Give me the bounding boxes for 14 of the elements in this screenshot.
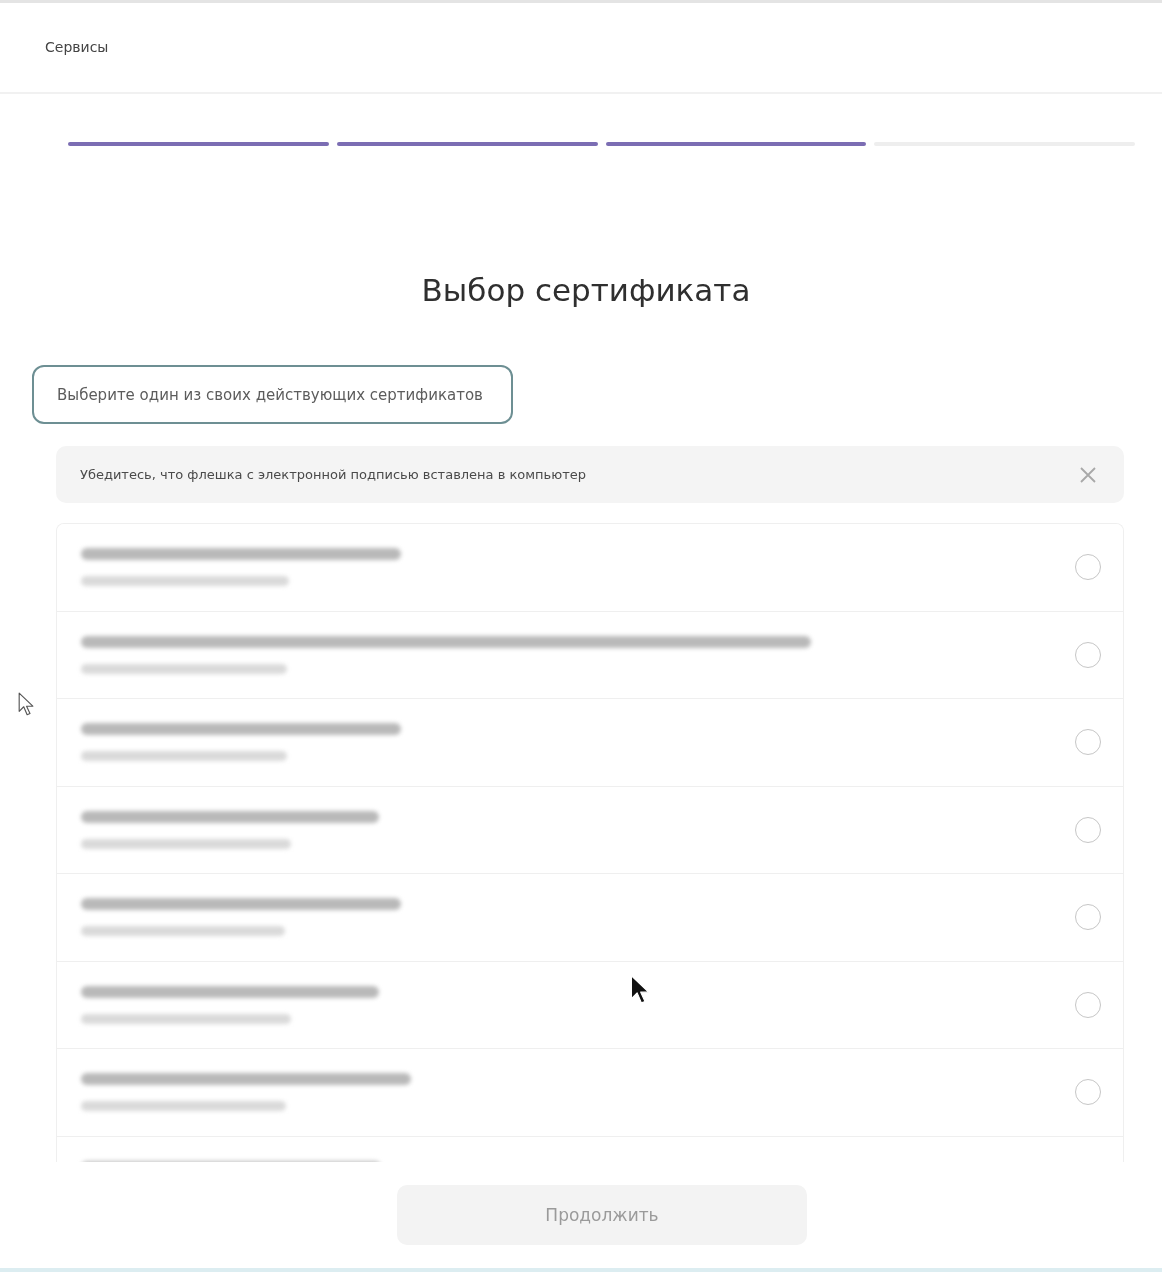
radio-button[interactable] [1075, 816, 1101, 843]
page-title: Выбор сертификата [420, 271, 752, 310]
radio-button[interactable] [1075, 991, 1101, 1018]
services-link[interactable]: Сервисы [45, 38, 109, 55]
mouse-pointer-icon [18, 692, 34, 717]
radio-button[interactable] [1075, 729, 1101, 756]
instruction-text: Выберите один из своих действующих сертификатов [32, 365, 513, 424]
close-icon[interactable] [1080, 466, 1096, 483]
alert-text: Убедитесь, что флешка с электронной подписью вставлена в компьютер [80, 467, 587, 482]
radio-button[interactable] [1075, 641, 1101, 668]
radio-button[interactable] [1075, 554, 1101, 581]
certificate-row[interactable] [57, 524, 1123, 612]
radio-button[interactable] [1075, 904, 1101, 931]
radio-button[interactable] [1075, 1079, 1101, 1106]
